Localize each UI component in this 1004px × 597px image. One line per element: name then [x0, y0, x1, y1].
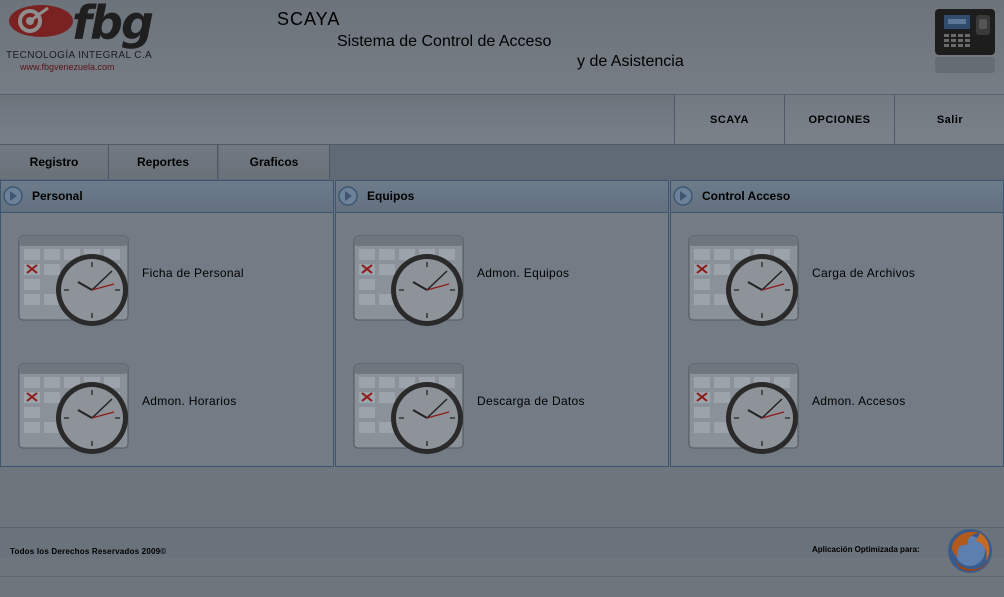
footer-divider	[0, 576, 1004, 597]
menu-item-label: Carga de Archivos	[812, 266, 916, 280]
nav-scaya-button[interactable]: SCAYA	[674, 95, 784, 144]
header: fbg TECNOLOGÍA INTEGRAL C.A www.fbgvenez…	[0, 0, 1004, 95]
menu-item-admon-equipos[interactable]: Admon. Equipos	[353, 235, 653, 329]
calendar-clock-icon	[18, 363, 129, 454]
arrow-right-icon	[673, 186, 693, 206]
arrow-right-icon	[338, 186, 358, 206]
tab-registro[interactable]: Registro	[0, 145, 109, 179]
calendar-clock-icon	[18, 235, 129, 326]
nav-opciones-button[interactable]: OPCIONES	[784, 95, 894, 144]
menu-item-ficha-de-personal[interactable]: Ficha de Personal	[18, 235, 318, 329]
menu-item-label: Descarga de Datos	[477, 394, 585, 408]
attendance-terminal-icon	[935, 9, 995, 73]
main-nav: SCAYA OPCIONES Salir	[0, 95, 1004, 145]
menu-item-label: Admon. Equipos	[477, 266, 570, 280]
app-subtitle-line2: y de Asistencia	[577, 53, 684, 70]
menu-item-carga-de-archivos[interactable]: Carga de Archivos	[688, 235, 988, 329]
panel-header: Personal	[1, 181, 333, 213]
panel-title: Control Acceso	[702, 189, 791, 203]
calendar-clock-icon	[353, 235, 464, 326]
copyright-text: Todos los Derechos Reservados 2009©	[10, 547, 167, 556]
firefox-icon[interactable]	[946, 527, 994, 575]
calendar-clock-icon	[688, 235, 799, 326]
panel-title: Equipos	[367, 189, 415, 203]
panel-header: Control Acceso	[671, 181, 1003, 213]
arrow-right-icon	[3, 186, 23, 206]
panel-control-acceso: Control Acceso Carga de Archivos Admon. …	[670, 180, 1004, 467]
app-subtitle-line1: Sistema de Control de Acceso	[337, 33, 552, 50]
menu-item-descarga-de-datos[interactable]: Descarga de Datos	[353, 363, 653, 457]
panels-area: Personal Ficha de Personal Admon. Horari…	[0, 180, 1004, 468]
tab-reportes[interactable]: Reportes	[109, 145, 218, 179]
panel-personal: Personal Ficha de Personal Admon. Horari…	[0, 180, 334, 467]
panel-title: Personal	[32, 189, 83, 203]
menu-item-admon-accesos[interactable]: Admon. Accesos	[688, 363, 988, 457]
optimized-for-text: Aplicación Optimizada para:	[812, 545, 920, 554]
menu-item-label: Admon. Horarios	[142, 394, 237, 408]
calendar-clock-icon	[353, 363, 464, 454]
logo-wordmark: fbg	[72, 0, 154, 50]
logo-url: www.fbgvenezuela.com	[20, 62, 115, 72]
tab-graficos[interactable]: Graficos	[219, 145, 330, 179]
menu-item-label: Ficha de Personal	[142, 266, 244, 280]
panel-header: Equipos	[336, 181, 668, 213]
app-name: SCAYA	[277, 9, 341, 29]
nav-salir-button[interactable]: Salir	[894, 95, 1004, 144]
menu-item-label: Admon. Accesos	[812, 394, 906, 408]
tab-bar: Registro Reportes Graficos	[0, 145, 1004, 180]
panel-equipos: Equipos Admon. Equipos Descarga de Datos	[335, 180, 669, 467]
menu-item-admon-horarios[interactable]: Admon. Horarios	[18, 363, 318, 457]
fbg-logo-mark-icon	[9, 5, 73, 37]
logo-tagline: TECNOLOGÍA INTEGRAL C.A	[6, 50, 153, 61]
calendar-clock-icon	[688, 363, 799, 454]
